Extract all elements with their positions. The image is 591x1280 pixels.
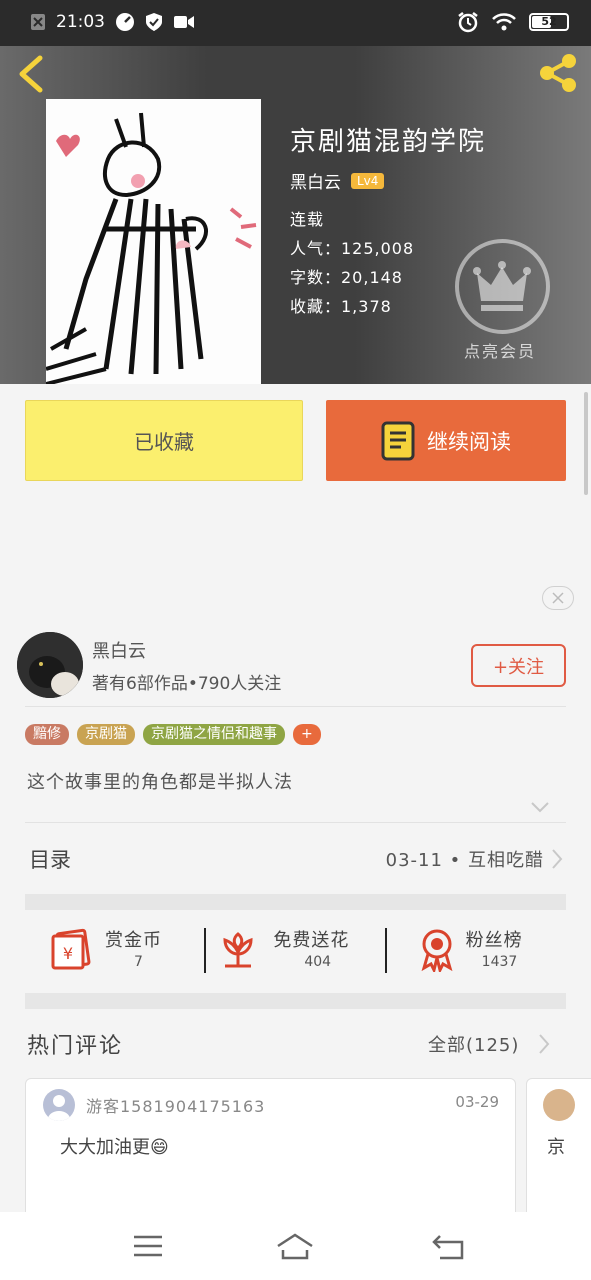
chevron-right-icon <box>552 849 563 869</box>
continue-reading-label: 继续阅读 <box>427 429 511 454</box>
reward-coins-label: 赏金币 <box>105 930 162 951</box>
book-author[interactable]: 黑白云 <box>290 168 341 193</box>
battery-level: 52 <box>541 15 557 28</box>
comment-username[interactable]: 游客1581904175163 <box>86 1093 265 1117</box>
divider <box>25 822 566 823</box>
fan-ranking-button[interactable]: 粉丝榜 1437 <box>386 910 566 992</box>
fan-ranking-label: 粉丝榜 <box>465 930 523 951</box>
divider <box>25 706 566 707</box>
continue-reading-button[interactable]: 继续阅读 <box>326 400 566 481</box>
vip-label[interactable]: 点亮会员 <box>464 338 536 362</box>
medal-icon <box>421 929 453 972</box>
follow-button[interactable]: +关注 <box>471 644 566 687</box>
crown-icon <box>473 261 531 311</box>
flower-icon <box>223 932 253 968</box>
author-works: 著有6部作品•790人关注 <box>92 674 282 694</box>
toc-label: 目录 <box>29 848 71 872</box>
send-flower-button[interactable]: 免费送花 404 <box>205 910 385 992</box>
tag-list: 黯修 京剧猫 京剧猫之情侣和趣事 + <box>25 724 321 745</box>
alarm-clock-icon <box>458 12 478 33</box>
red-envelope-icon: ¥ <box>51 928 91 970</box>
speedometer-icon <box>116 13 134 31</box>
shield-icon <box>146 13 162 31</box>
popularity-count: 人气：125,008 <box>290 239 415 258</box>
word-count: 字数：20,148 <box>290 268 403 287</box>
status-bar: 21:03 52 <box>0 0 591 46</box>
video-camera-icon <box>174 16 194 28</box>
book-icon <box>381 421 415 460</box>
status-time: 21:03 <box>56 12 105 32</box>
close-icon <box>552 592 564 604</box>
scrollbar[interactable] <box>584 392 588 495</box>
back-icon[interactable] <box>430 1230 470 1262</box>
fan-ranking-count: 1437 <box>481 954 518 970</box>
rewards-bar: ¥ 赏金币 7 免费送花 404 粉丝榜 1437 <box>25 910 566 992</box>
serial-status: 连载 <box>290 210 325 229</box>
menu-icon[interactable] <box>128 1230 168 1262</box>
comment-card[interactable]: 游客1581904175163 03-29 大大加油更😄 <box>25 1078 516 1228</box>
book-header: 京剧猫混韵学院 黑白云 Lv4 连载 人气：125,008 字数：20,148 … <box>0 46 591 384</box>
reward-coins-button[interactable]: ¥ 赏金币 7 <box>25 910 205 992</box>
chevron-down-icon[interactable] <box>530 800 550 814</box>
default-user-icon <box>48 1095 70 1121</box>
comment-date: 03-29 <box>455 1093 499 1111</box>
collected-label: 已收藏 <box>134 430 194 454</box>
battery-icon: 52 <box>529 13 569 31</box>
collected-button[interactable]: 已收藏 <box>25 400 303 481</box>
author-avatar[interactable] <box>17 632 83 698</box>
user-avatar[interactable] <box>543 1089 575 1121</box>
system-nav-bar <box>0 1212 591 1280</box>
svg-text:¥: ¥ <box>63 944 73 963</box>
section-separator <box>25 894 566 910</box>
all-comments-link[interactable]: 全部(125) <box>428 1031 519 1057</box>
home-icon[interactable] <box>275 1230 315 1262</box>
add-tag-button[interactable]: + <box>293 724 321 745</box>
cat-illustration <box>46 112 257 384</box>
book-cover[interactable] <box>46 99 261 384</box>
notification-close-icon <box>31 14 45 30</box>
close-ad-button[interactable] <box>542 586 574 610</box>
vip-crown-button[interactable] <box>455 239 550 334</box>
comment-card[interactable]: 京 <box>526 1078 591 1228</box>
hot-comments-title: 热门评论 <box>27 1034 124 1059</box>
cat-photo <box>17 632 83 698</box>
comment-text: 京 <box>547 1137 565 1158</box>
tag-couples[interactable]: 京剧猫之情侣和趣事 <box>143 724 285 745</box>
section-separator <box>25 993 566 1009</box>
back-arrow-icon[interactable] <box>14 54 50 94</box>
chevron-right-icon[interactable] <box>537 1033 551 1055</box>
tag-heixiu[interactable]: 黯修 <box>25 724 69 745</box>
synopsis: 这个故事里的角色都是半拟人法 <box>27 772 293 793</box>
user-avatar[interactable] <box>43 1089 75 1121</box>
comment-text: 大大加油更😄 <box>60 1137 169 1158</box>
tag-jingjumao[interactable]: 京剧猫 <box>77 724 135 745</box>
send-flower-count: 404 <box>304 954 332 970</box>
wifi-icon <box>492 13 516 31</box>
book-title: 京剧猫混韵学院 <box>290 127 487 157</box>
favorites-count: 收藏：1,378 <box>290 297 392 316</box>
table-of-contents-row[interactable]: 目录 03-11 • 互相吃醋 <box>25 838 566 880</box>
level-badge: Lv4 <box>351 172 385 189</box>
latest-chapter: 03-11 • 互相吃醋 <box>385 850 544 871</box>
share-icon[interactable] <box>535 50 581 96</box>
send-flower-label: 免费送花 <box>273 930 350 951</box>
reward-coins-count: 7 <box>134 954 143 970</box>
author-name[interactable]: 黑白云 <box>92 637 146 663</box>
